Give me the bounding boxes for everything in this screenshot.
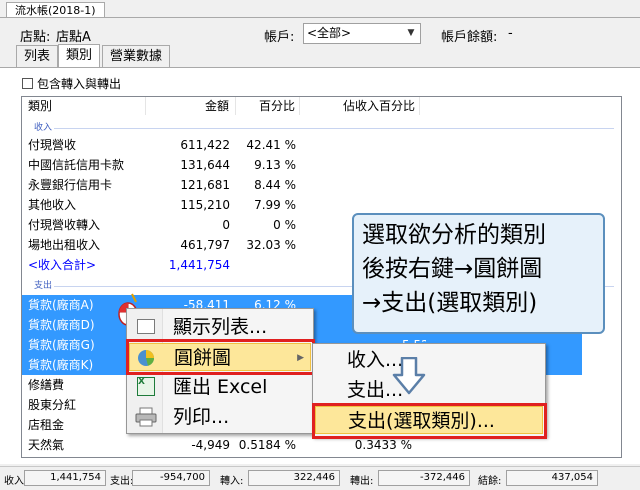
app-window: 流水帳(2018-1) 店點: 店點A 帳戶: <全部> ▼ 帳戶餘額: - 列… [0, 0, 640, 490]
row-category: 付現營收 [28, 138, 77, 152]
row-amount: 1,441,754 [168, 258, 230, 272]
tab-list[interactable]: 列表 [16, 45, 59, 67]
column-header-category[interactable]: 類別 [22, 97, 146, 115]
row-percent: 42.41 % [246, 138, 296, 152]
instruction-callout: 選取欲分析的類別 後按右鍵→圓餅圖 →支出(選取類別) [352, 213, 605, 334]
down-arrow-icon [392, 357, 426, 395]
table-row[interactable]: 中國信託信用卡款 131,644 9.13 % [22, 155, 621, 175]
pie-chart-highlight-box [126, 339, 315, 375]
include-transfer-label: 包含轉入與轉出 [37, 77, 122, 91]
balance-label: 帳戶餘額: [441, 30, 498, 45]
callout-line-2: 後按右鍵→圓餅圖 [362, 256, 543, 282]
row-percent: 0 % [273, 218, 296, 232]
row-percent: 7.99 % [254, 198, 296, 212]
row-category: <收入合計> [28, 258, 97, 272]
row-category: 修繕費 [28, 378, 65, 392]
row-percent: 0.5184 % [238, 438, 296, 452]
submenu-item-income[interactable]: 收入... [315, 346, 543, 374]
group-header-income: 收入 [22, 121, 621, 135]
status-transfer-in-label: 轉入: [220, 476, 244, 487]
row-category: 付現營收轉入 [28, 218, 101, 232]
row-category: 貨款(廠商A) [28, 298, 94, 312]
menu-item-export-excel[interactable]: X 匯出 Excel [129, 373, 311, 401]
column-header-percent[interactable]: 百分比 [236, 97, 300, 115]
group-label-expense: 支出 [34, 281, 53, 291]
row-category: 貨款(廠商K) [28, 358, 94, 372]
row-category: 永豐銀行信用卡 [28, 178, 113, 192]
account-select[interactable]: <全部> ▼ [303, 23, 421, 44]
callout-line-3: →支出(選取類別) [362, 290, 538, 316]
row-category: 中國信託信用卡款 [28, 158, 125, 172]
row-amount: 461,797 [180, 238, 230, 252]
table-row[interactable]: 付現營收 611,422 42.41 % [22, 135, 621, 155]
balance-value: - [508, 26, 513, 41]
row-category: 貨款(廠商D) [28, 318, 95, 332]
callout-line-1: 選取欲分析的類別 [362, 222, 546, 248]
status-transfer-in-value: 322,446 [248, 470, 340, 486]
tab-strip-line [0, 17, 640, 18]
status-bar: 收入: 1,441,754 支出: -954,700 轉入: 322,446 轉… [0, 466, 640, 490]
status-transfer-out-label: 轉出: [350, 476, 374, 487]
row-amount: -4,949 [191, 438, 230, 452]
row-category: 天然氣 [28, 438, 65, 452]
column-header-amount[interactable]: 金額 [146, 97, 236, 115]
row-amount: 611,422 [180, 138, 230, 152]
group-divider [54, 128, 614, 129]
status-transfer-out-value: -372,446 [378, 470, 470, 486]
menu-item-print[interactable]: 列印... [129, 403, 311, 431]
tab-business-data[interactable]: 營業數據 [102, 45, 171, 67]
status-balance-value: 437,054 [506, 470, 598, 486]
excel-icon: X [137, 377, 155, 396]
row-category: 其他收入 [28, 198, 77, 212]
row-category: 場地出租收入 [28, 238, 101, 252]
row-category: 股東分紅 [28, 398, 77, 412]
row-category: 貨款(廠商G) [28, 338, 95, 352]
tab-category[interactable]: 類別 [58, 44, 101, 68]
document-tab[interactable]: 流水帳(2018-1) [6, 2, 105, 18]
column-header-income-percent[interactable]: 佔收入百分比 [300, 97, 420, 115]
row-amount: 0 [222, 218, 230, 232]
status-balance-label: 結餘: [478, 476, 502, 487]
include-transfer-checkbox[interactable] [22, 78, 33, 89]
expense-selected-highlight-box [312, 403, 547, 439]
row-percent: 8.44 % [254, 178, 296, 192]
row-percent: 9.13 % [254, 158, 296, 172]
status-expense-label: 支出: [110, 476, 134, 487]
table-row[interactable]: 其他收入 115,210 7.99 % [22, 195, 621, 215]
chevron-down-icon[interactable]: ▼ [404, 24, 418, 43]
table-row[interactable]: 永豐銀行信用卡 121,681 8.44 % [22, 175, 621, 195]
table-icon [137, 319, 155, 334]
row-category: 店租金 [28, 418, 65, 432]
submenu-item-expense[interactable]: 支出... [315, 376, 543, 404]
status-expense-value: -954,700 [132, 470, 210, 486]
group-label-income: 收入 [34, 123, 53, 133]
row-amount: 115,210 [180, 198, 230, 212]
status-income-value: 1,441,754 [24, 470, 106, 486]
account-select-value: <全部> [307, 26, 352, 40]
menu-item-show-list[interactable]: 顯示列表... [129, 313, 311, 341]
row-amount: 121,681 [180, 178, 230, 192]
account-label: 帳戶: [264, 30, 295, 45]
printer-icon [135, 407, 157, 427]
row-amount: 131,644 [180, 158, 230, 172]
store-value: 店點A [56, 30, 91, 45]
store-label: 店點: [20, 30, 51, 45]
row-percent: 32.03 % [246, 238, 296, 252]
